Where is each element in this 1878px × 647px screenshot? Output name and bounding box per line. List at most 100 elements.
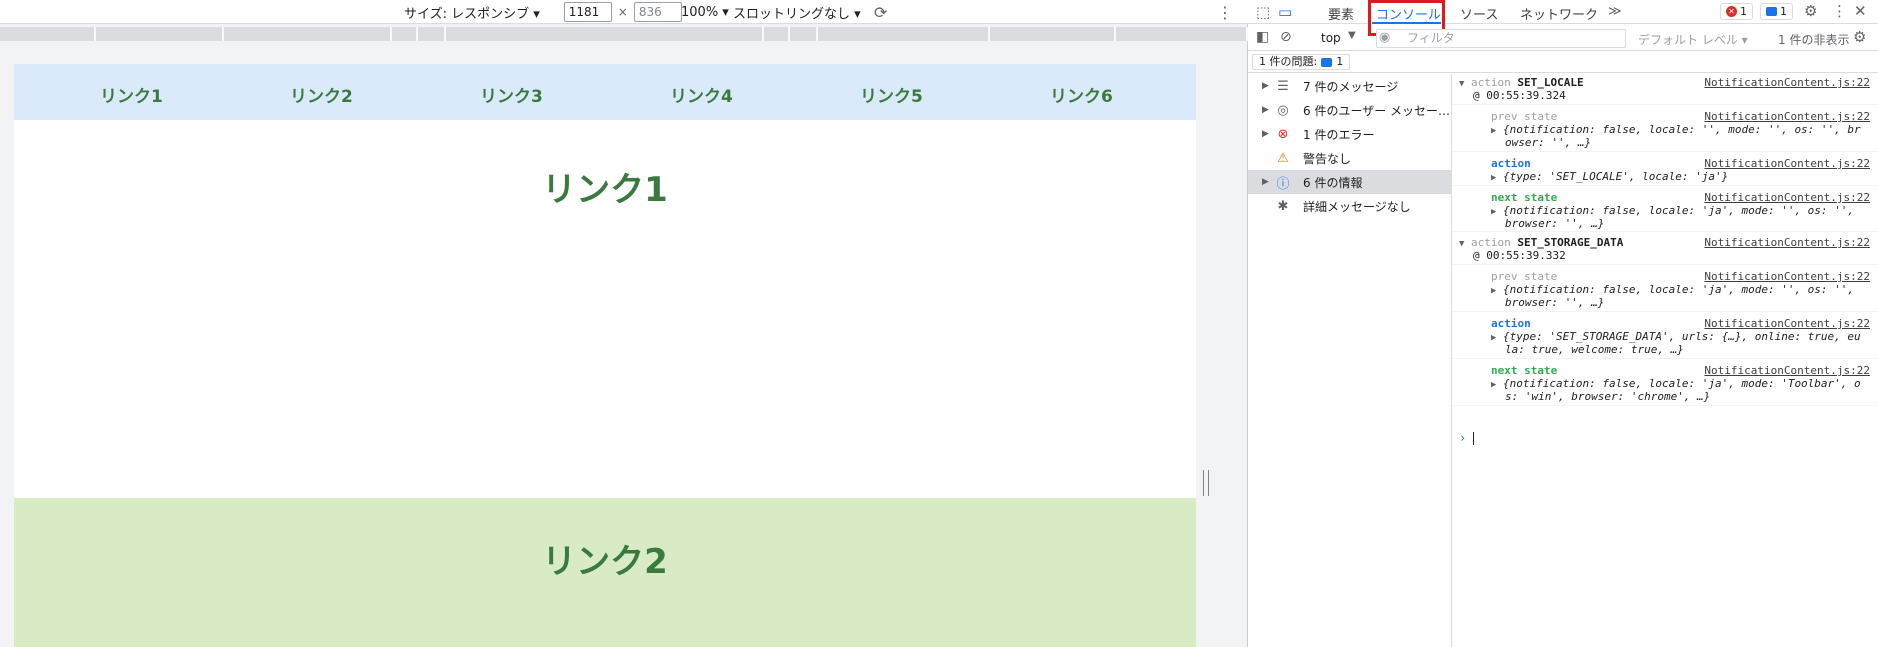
ruler-segment[interactable] [1116,27,1248,41]
ruler-segment[interactable] [224,27,392,41]
source-link[interactable]: NotificationContent.js:22 [1704,191,1870,204]
context-dropdown-icon[interactable]: ▼ [1348,30,1356,41]
sidebar-item-label: 6 件の情報 [1303,175,1363,190]
source-link[interactable]: NotificationContent.js:22 [1704,317,1870,330]
issues-button[interactable]: 1 件の問題: 1 [1252,54,1351,70]
ruler-segment[interactable] [818,27,990,41]
action-label: action [1491,157,1531,170]
object-preview[interactable]: ▶ {type: 'SET_STORAGE_DATA', urls: {…}, … [1491,330,1861,343]
bug-icon: ✱ [1277,198,1289,214]
more-options-icon[interactable]: ⋮ [1217,0,1233,24]
log-timestamp: @ 00:55:39.332 [1473,249,1566,262]
nav-link-4[interactable]: リンク4 [670,82,733,107]
kebab-menu-icon[interactable]: ⋮ [1832,2,1847,20]
width-input[interactable]: 1181 [563,2,612,22]
log-label-next: next state [1491,191,1557,204]
tab-network[interactable]: ネットワーク [1520,4,1598,23]
log-levels-select[interactable]: デフォルト レベル ▾ [1638,31,1748,48]
ruler-segment[interactable] [96,27,224,41]
log-group-header[interactable]: ▼ action SET_LOCALE [1459,76,1584,89]
ruler-segment[interactable] [418,27,446,41]
object-text: {notification: false, locale: 'ja', mode… [1503,377,1861,390]
throttle-select[interactable]: スロットリングなし ▾ [733,0,861,24]
sidebar-item-verbose[interactable]: ✱ 詳細メッセージなし [1248,194,1452,218]
device-toggle-icon[interactable]: ▭ [1278,3,1292,21]
log-label-prev: prev state [1491,110,1557,123]
expand-arrow-icon[interactable]: ▶ [1491,380,1496,390]
warning-icon: ⚠ [1277,150,1289,166]
error-count-badge[interactable]: ✕ 1 [1720,3,1753,20]
viewport-resize-handle[interactable] [1203,470,1209,496]
settings-gear-icon[interactable]: ⚙ [1804,2,1817,20]
object-preview-wrap: la: true, welcome: true, …} [1505,343,1684,356]
expand-arrow-icon[interactable]: ▶ [1262,177,1269,187]
nav-link-1[interactable]: リンク1 [100,82,163,107]
more-tabs-icon[interactable]: ≫ [1608,4,1622,19]
expand-arrow-icon[interactable]: ▶ [1491,207,1496,217]
devtools-panel: ⬚ ▭ 要素 コンソール ソース ネットワーク ≫ ✕ 1 1 ⚙ ⋮ ✕ ◧ … [1248,0,1878,647]
expand-arrow-icon[interactable]: ▶ [1491,126,1496,136]
sidebar-item-messages[interactable]: ▶ ☰ 7 件のメッセージ [1248,74,1452,98]
object-preview-wrap: s: 'win', browser: 'chrome', …} [1505,390,1710,403]
sidebar-item-user-messages[interactable]: ▶ ◎ 6 件のユーザー メッセー… [1248,98,1452,122]
expand-arrow-icon[interactable]: ▶ [1491,333,1496,343]
rotate-icon[interactable]: ⟳ [874,0,887,24]
ruler-segment[interactable] [790,27,818,41]
tab-sources[interactable]: ソース [1460,4,1498,23]
log-group-prefix: action [1471,236,1511,249]
collapse-arrow-icon[interactable]: ▼ [1459,79,1464,89]
inspect-element-icon[interactable]: ⬚ [1256,3,1270,21]
issues-label: 1 件の問題: [1259,55,1318,68]
object-preview[interactable]: ▶ {notification: false, locale: '', mode… [1491,123,1861,136]
ruler-segment[interactable] [990,27,1116,41]
source-link[interactable]: NotificationContent.js:22 [1704,76,1870,89]
nav-bar: リンク1 リンク2 リンク3 リンク4 リンク5 リンク6 [14,64,1196,120]
collapse-arrow-icon[interactable]: ▼ [1459,239,1464,249]
source-link[interactable]: NotificationContent.js:22 [1704,157,1870,170]
console-input-caret[interactable] [1473,432,1474,445]
ruler-segment[interactable] [0,27,96,41]
context-select[interactable]: top [1321,31,1341,45]
height-input[interactable]: 836 [633,2,682,22]
ruler-segment[interactable] [392,27,418,41]
expand-arrow-icon[interactable]: ▶ [1262,81,1269,91]
source-link[interactable]: NotificationContent.js:22 [1704,236,1870,249]
nav-link-6[interactable]: リンク6 [1050,82,1113,107]
source-link[interactable]: NotificationContent.js:22 [1704,270,1870,283]
close-icon[interactable]: ✕ [1854,2,1867,20]
log-group-header[interactable]: ▼ action SET_STORAGE_DATA [1459,236,1623,249]
expand-arrow-icon[interactable]: ▶ [1262,105,1269,115]
media-query-ruler[interactable] [0,27,1248,41]
sidebar-item-warnings[interactable]: ⚠ 警告なし [1248,146,1452,170]
zoom-select[interactable]: 100% ▾ [681,0,729,24]
expand-arrow-icon[interactable]: ▶ [1262,129,1269,139]
sidebar-item-info[interactable]: ▶ ⓘ 6 件の情報 [1248,170,1452,194]
ruler-segment[interactable] [446,27,764,41]
nav-link-2[interactable]: リンク2 [290,82,353,107]
expand-arrow-icon[interactable]: ▶ [1491,173,1496,183]
filter-input[interactable]: フィルタ [1376,29,1626,48]
object-preview[interactable]: ▶ {notification: false, locale: 'ja', mo… [1491,377,1861,390]
sidebar-item-errors[interactable]: ▶ ⊗ 1 件のエラー [1248,122,1452,146]
ruler-segment[interactable] [764,27,790,41]
row-divider [1453,151,1878,152]
expand-arrow-icon[interactable]: ▶ [1491,286,1496,296]
tab-elements[interactable]: 要素 [1328,4,1354,23]
clear-console-icon[interactable]: ⊘ [1280,29,1292,45]
object-preview[interactable]: ▶ {notification: false, locale: 'ja', mo… [1491,283,1854,296]
object-preview[interactable]: ▶ {notification: false, locale: 'ja', mo… [1491,204,1854,217]
live-expression-eye-icon[interactable]: ◉ [1379,30,1390,45]
message-badge-icon [1766,7,1777,16]
user-icon: ◎ [1277,102,1289,118]
device-size-select[interactable]: サイズ: レスポンシブ ▾ [404,3,540,22]
sidebar-toggle-icon[interactable]: ◧ [1256,29,1269,45]
source-link[interactable]: NotificationContent.js:22 [1704,364,1870,377]
object-preview[interactable]: ▶ {type: 'SET_LOCALE', locale: 'ja'} [1491,170,1728,183]
source-link[interactable]: NotificationContent.js:22 [1704,110,1870,123]
console-filter-bar: ◧ ⊘ top ▼ フィルタ ◉ デフォルト レベル ▾ 1 件の非表示 ⚙ [1248,25,1878,51]
nav-link-5[interactable]: リンク5 [860,82,923,107]
console-settings-gear-icon[interactable]: ⚙ [1853,28,1866,46]
object-text: {type: 'SET_LOCALE', locale: 'ja'} [1503,170,1729,183]
nav-link-3[interactable]: リンク3 [480,82,543,107]
message-count-badge[interactable]: 1 [1760,3,1793,20]
